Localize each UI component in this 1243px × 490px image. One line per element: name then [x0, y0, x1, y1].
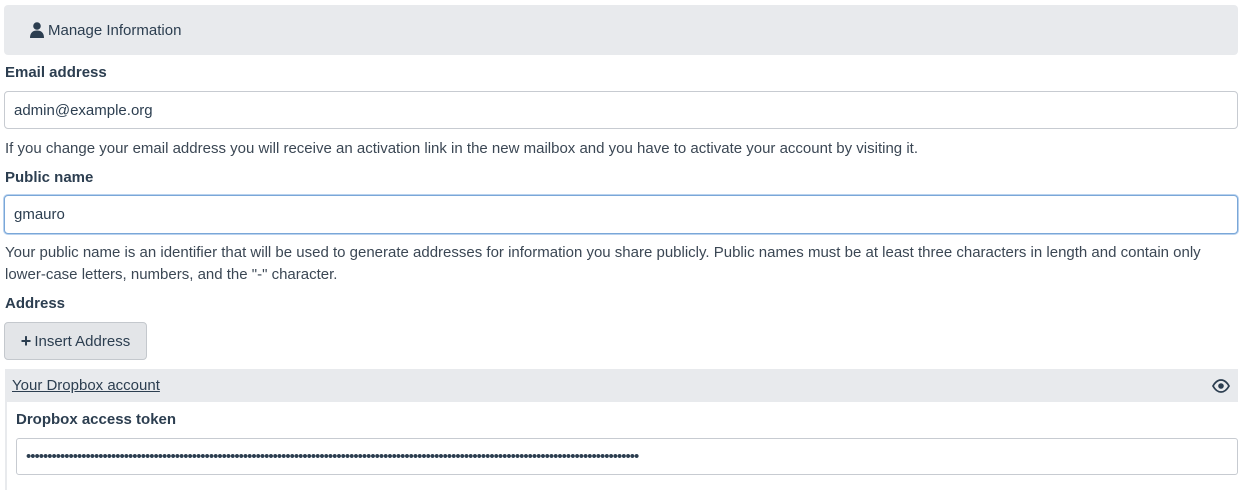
page-title: Manage Information — [48, 21, 182, 39]
plus-icon: + — [20, 331, 32, 351]
insert-address-label: Insert Address — [34, 332, 131, 350]
dropbox-token-field[interactable] — [16, 438, 1238, 475]
user-icon — [30, 22, 44, 38]
email-label: Email address — [5, 64, 107, 81]
public-name-help-text: Your public name is an identifier that w… — [5, 244, 1201, 283]
dropbox-section-header: Your Dropbox account — [5, 369, 1238, 402]
dropbox-account-link[interactable]: Your Dropbox account — [12, 377, 160, 394]
address-label: Address — [5, 295, 66, 312]
email-help-text: If you change your email address you wil… — [5, 140, 918, 157]
manage-information-header: Manage Information — [4, 5, 1238, 55]
insert-address-button[interactable]: + Insert Address — [4, 322, 147, 360]
eye-icon[interactable] — [1212, 378, 1230, 393]
public-name-field[interactable] — [4, 195, 1238, 234]
public-name-label: Public name — [5, 169, 94, 186]
dropbox-token-label: Dropbox access token — [16, 411, 177, 428]
email-field[interactable] — [4, 91, 1238, 129]
